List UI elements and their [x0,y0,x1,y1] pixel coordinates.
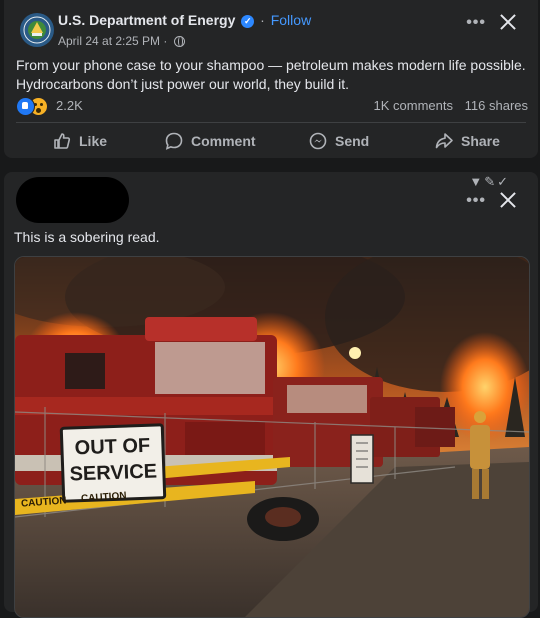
close-icon[interactable] [498,190,518,210]
share-label: Share [461,133,500,149]
send-label: Send [335,133,370,149]
redacted-author [16,177,129,223]
post-meta: April 24 at 2:25 PM · [58,34,185,48]
post-text: From your phone case to your shampoo — p… [16,56,526,94]
globe-icon [173,36,185,47]
verified-badge-icon: ✓ [241,15,255,28]
follow-button[interactable]: Follow [271,12,311,28]
extension-tools: ▼✎✓ [469,174,510,190]
post-image[interactable]: OUT OF SERVICE CAUTION CAUTION [14,256,530,618]
action-bar: Like Comment Send Share [4,128,538,154]
filter-icon[interactable]: ▼ [469,174,484,189]
energy-seal-icon[interactable] [20,13,54,47]
engagement-stats: 1K comments 116 shares [374,98,528,113]
reaction-count[interactable]: 2.2K [56,98,83,113]
send-button[interactable]: Send [308,128,369,154]
sign-line: OUT OF [74,434,151,460]
meta-dot: · [163,34,171,48]
messenger-icon [309,132,327,150]
close-icon[interactable] [498,12,518,32]
check-icon[interactable]: ✓ [497,174,510,189]
comment-label: Comment [191,133,256,149]
thumbs-up-icon [54,133,71,149]
post-text: This is a sobering read. [14,229,160,245]
comment-button[interactable]: Comment [164,128,256,154]
share-button[interactable]: Share [434,128,500,154]
action-divider [16,122,526,123]
post-header: U.S. Department of Energy ✓ · Follow [58,12,311,28]
wrench-icon[interactable]: ✎ [484,174,497,189]
sign-line: SERVICE [69,460,158,486]
shares-count[interactable]: 116 shares [465,98,528,113]
share-icon [435,133,453,149]
comments-count[interactable]: 1K comments [374,98,453,113]
post-text-line: From your phone case to your shampoo — p… [16,57,526,73]
post-card-user: ▼✎✓ ••• This is a sobering read. OUT OF … [4,172,538,618]
more-icon[interactable]: ••• [466,193,486,209]
like-reaction-icon [16,97,35,116]
page-name-link[interactable]: U.S. Department of Energy [58,12,235,28]
comment-icon [165,132,183,150]
more-icon[interactable]: ••• [466,15,486,31]
post-date-link[interactable]: April 24 at 2:25 PM [58,34,160,48]
post-text-line: Hydrocarbons don’t just power our world,… [16,76,350,92]
like-button[interactable]: Like [52,128,107,154]
post-card-doe: U.S. Department of Energy ✓ · Follow Apr… [4,0,538,158]
dot-separator: · [260,12,265,28]
like-label: Like [79,133,108,149]
